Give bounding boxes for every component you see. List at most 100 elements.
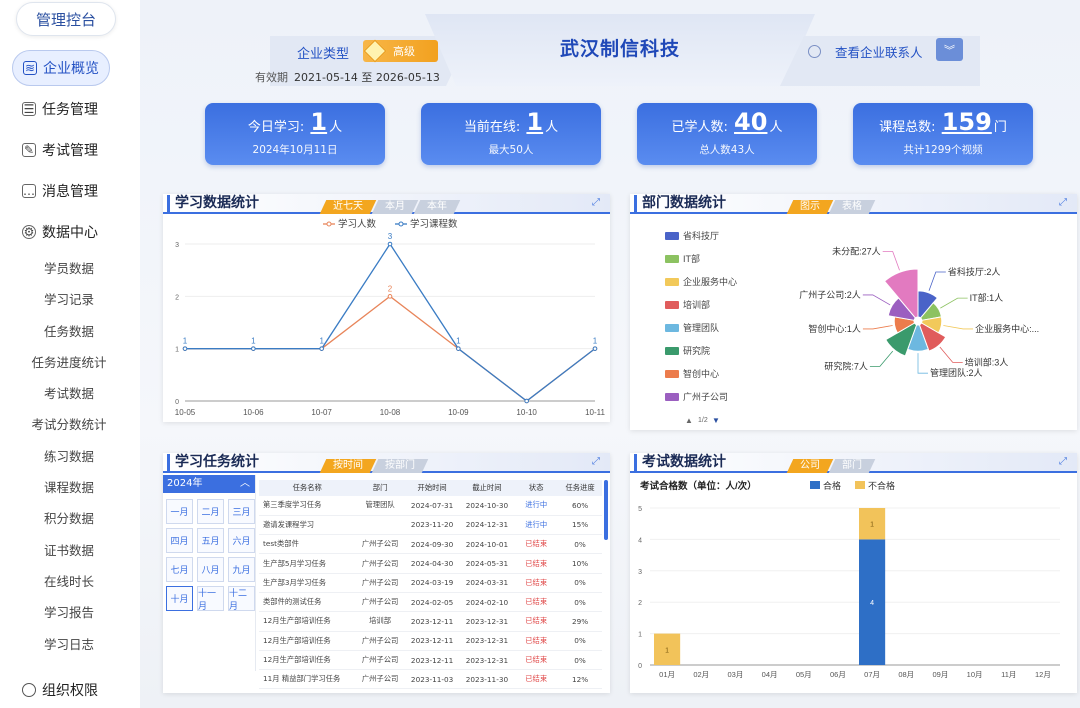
table-row[interactable]: 12月生产部培训任务 培训部 2023-12-11 2023-12-31 已结束 29% bbox=[259, 611, 602, 632]
expand-icon[interactable]: ⤢ bbox=[592, 456, 604, 468]
subnav-item[interactable]: 证书数据 bbox=[0, 535, 140, 566]
table-row[interactable]: 邀请发课程学习 2023-11-20 2024-12-31 进行中 15% bbox=[259, 515, 602, 536]
month-cell[interactable]: 十二月 bbox=[228, 586, 255, 612]
table-row[interactable]: 12月生产部培训任务 广州子公司 2023-12-11 2023-12-31 已结束 0% bbox=[259, 650, 602, 671]
column-header[interactable]: 截止时间 bbox=[459, 480, 515, 496]
subnav-item[interactable]: 学员数据 bbox=[0, 253, 140, 284]
data-point bbox=[387, 241, 393, 247]
y-tick-label: 2 bbox=[175, 294, 179, 301]
subnav-item[interactable]: 任务进度统计 bbox=[0, 347, 140, 378]
month-cell[interactable]: 六月 bbox=[228, 528, 255, 553]
tab-company[interactable]: 公司 bbox=[786, 459, 834, 473]
nav-item-data-center[interactable]: ⚙ 数据中心 bbox=[0, 214, 140, 250]
table-cell: 2023-12-31 bbox=[459, 650, 515, 671]
month-cell[interactable]: 一月 bbox=[166, 499, 193, 524]
x-tick-label: 10月 bbox=[967, 670, 983, 679]
exam-stats-panel: 考试数据统计 公司 部门 ⤢ 考试合格数（单位：人/次） 合格 不合格 0 1 2 3 4 5 0… bbox=[630, 453, 1077, 693]
table-cell: 15% bbox=[558, 515, 602, 536]
subnav-item[interactable]: 学习记录 bbox=[0, 284, 140, 315]
data-point bbox=[182, 346, 188, 351]
view-contact-link[interactable]: 查看企业联系人 bbox=[808, 42, 923, 61]
table-cell: 类部件的测试任务 bbox=[259, 592, 356, 613]
month-cell[interactable]: 二月 bbox=[197, 499, 224, 524]
tab-last-7-days[interactable]: 近七天 bbox=[319, 200, 377, 214]
subnav-item[interactable]: 课程数据 bbox=[0, 472, 140, 503]
legend-swatch bbox=[855, 481, 865, 489]
expand-icon[interactable]: ⤢ bbox=[1059, 456, 1071, 468]
column-header[interactable]: 部门 bbox=[355, 480, 405, 496]
month-cell[interactable]: 九月 bbox=[228, 557, 255, 582]
table-row[interactable]: 生产部3月学习任务 广州子公司 2024-03-19 2024-03-31 已结束 0% bbox=[259, 573, 602, 593]
table-cell: 2024-03-19 bbox=[404, 573, 460, 593]
y-tick-label: 5 bbox=[638, 506, 642, 513]
bar-label: 4 bbox=[870, 600, 874, 607]
legend-swatch bbox=[810, 481, 820, 489]
table-cell: 0% bbox=[558, 573, 602, 593]
expand-icon[interactable]: ⤢ bbox=[1059, 197, 1071, 209]
label-leader bbox=[940, 297, 968, 309]
tab-this-year[interactable]: 本年 bbox=[413, 200, 461, 214]
legend-label: 不合格 bbox=[868, 480, 895, 491]
exam-bar-chart: 考试合格数（单位：人/次） 合格 不合格 0 1 2 3 4 5 01月 1 02月 03月 04月 05月… bbox=[638, 480, 1060, 679]
subnav-item[interactable]: 积分数据 bbox=[0, 503, 140, 534]
month-cell[interactable]: 八月 bbox=[197, 557, 224, 582]
month-cell[interactable]: 四月 bbox=[166, 528, 193, 553]
x-tick-label: 10-08 bbox=[380, 408, 401, 417]
table-row[interactable]: 类部件的测试任务 广州子公司 2024-02-05 2024-02-10 已结束 0% bbox=[259, 592, 602, 613]
month-cell[interactable]: 五月 bbox=[197, 528, 224, 553]
nav-item-messages[interactable]: … 消息管理 bbox=[0, 173, 140, 209]
table-cell: 广州子公司 bbox=[355, 573, 405, 593]
nav-item-org-permissions[interactable]: 组织权限 bbox=[22, 680, 98, 700]
table-row[interactable]: 生产部5月学习任务 广州子公司 2024-04-30 2024-05-31 已结束 10% bbox=[259, 553, 602, 574]
column-header[interactable]: 任务名称 bbox=[259, 480, 356, 496]
slice-label: 未分配:27人 bbox=[832, 245, 881, 256]
table-cell: 进行中 bbox=[514, 515, 559, 536]
table-row[interactable]: 12月生产部培训任务 广州子公司 2023-12-11 2023-12-31 已结束 0% bbox=[259, 631, 602, 651]
nav-item-exams[interactable]: ✎ 考试管理 bbox=[0, 132, 140, 168]
subnav-item[interactable]: 考试数据 bbox=[0, 378, 140, 409]
month-cell[interactable]: 三月 bbox=[228, 499, 255, 524]
subnav-item[interactable]: 任务数据 bbox=[0, 316, 140, 347]
calendar-year[interactable]: 2024年 ︿ bbox=[163, 475, 255, 493]
table-cell: 12月生产部培训任务 bbox=[259, 611, 356, 632]
table-cell: 第三季度学习任务 bbox=[259, 496, 356, 516]
column-header[interactable]: 状态 bbox=[514, 480, 559, 496]
table-cell: 0% bbox=[558, 631, 602, 651]
x-tick-label: 03月 bbox=[727, 670, 743, 679]
panel-title: 学习任务统计 bbox=[167, 454, 259, 471]
legend-label: 管理团队 bbox=[683, 322, 719, 333]
tab-department[interactable]: 部门 bbox=[828, 459, 876, 473]
bar-label: 1 bbox=[870, 522, 874, 529]
tab-by-dept[interactable]: 按部门 bbox=[371, 459, 429, 473]
validity: 有效期 2021-05-14 至 2026-05-13 bbox=[255, 71, 440, 84]
subnav-item[interactable]: 考试分数统计 bbox=[0, 409, 140, 440]
month-cell[interactable]: 十月 bbox=[166, 586, 193, 611]
column-header[interactable]: 开始时间 bbox=[404, 480, 460, 496]
table-row[interactable]: 第三季度学习任务 管理团队 2024-07-31 2024-10-30 进行中 60% bbox=[259, 496, 602, 516]
subnav-item[interactable]: 在线时长 bbox=[0, 566, 140, 597]
nav-item-overview[interactable]: ≋ 企业概览 bbox=[12, 50, 110, 86]
tab-by-time[interactable]: 按时间 bbox=[319, 459, 377, 473]
panel-title: 考试数据统计 bbox=[634, 454, 726, 471]
table-scrollbar[interactable] bbox=[604, 480, 608, 540]
table-cell: 2024-12-31 bbox=[459, 515, 515, 536]
tab-chart-view[interactable]: 图示 bbox=[786, 200, 834, 214]
column-header[interactable]: 任务进度 bbox=[558, 480, 602, 496]
subnav-item[interactable]: 学习日志 bbox=[0, 629, 140, 660]
table-row[interactable]: test类部件 广州子公司 2024-09-30 2024-10-01 已结束 0% bbox=[259, 534, 602, 555]
expand-icon[interactable]: ⤢ bbox=[592, 197, 604, 209]
month-cell[interactable]: 十一月 bbox=[197, 586, 224, 612]
tab-table-view[interactable]: 表格 bbox=[828, 200, 876, 214]
subnav-item[interactable]: 学习报告 bbox=[0, 597, 140, 628]
subnav-item[interactable]: 练习数据 bbox=[0, 441, 140, 472]
nav-item-tasks[interactable]: ☰ 任务管理 bbox=[0, 91, 140, 127]
x-tick-label: 10-07 bbox=[311, 408, 332, 417]
month-cell[interactable]: 七月 bbox=[166, 557, 193, 582]
contact-dropdown-button[interactable]: ︾ bbox=[936, 38, 963, 61]
tab-this-month[interactable]: 本月 bbox=[371, 200, 419, 214]
data-center-subnav: 学员数据 学习记录 任务数据 任务进度统计 考试数据 考试分数统计 练习数据 课程数据 积分数据… bbox=[0, 253, 140, 660]
table-row[interactable]: 11月 精益部门学习任务 广州子公司 2023-11-03 2023-11-30 已结束… bbox=[259, 669, 602, 690]
console-logo-button[interactable]: 管理控台 bbox=[16, 2, 116, 36]
table-cell: test类部件 bbox=[259, 534, 356, 555]
study-tabs: 近七天 本月 本年 bbox=[319, 200, 461, 214]
